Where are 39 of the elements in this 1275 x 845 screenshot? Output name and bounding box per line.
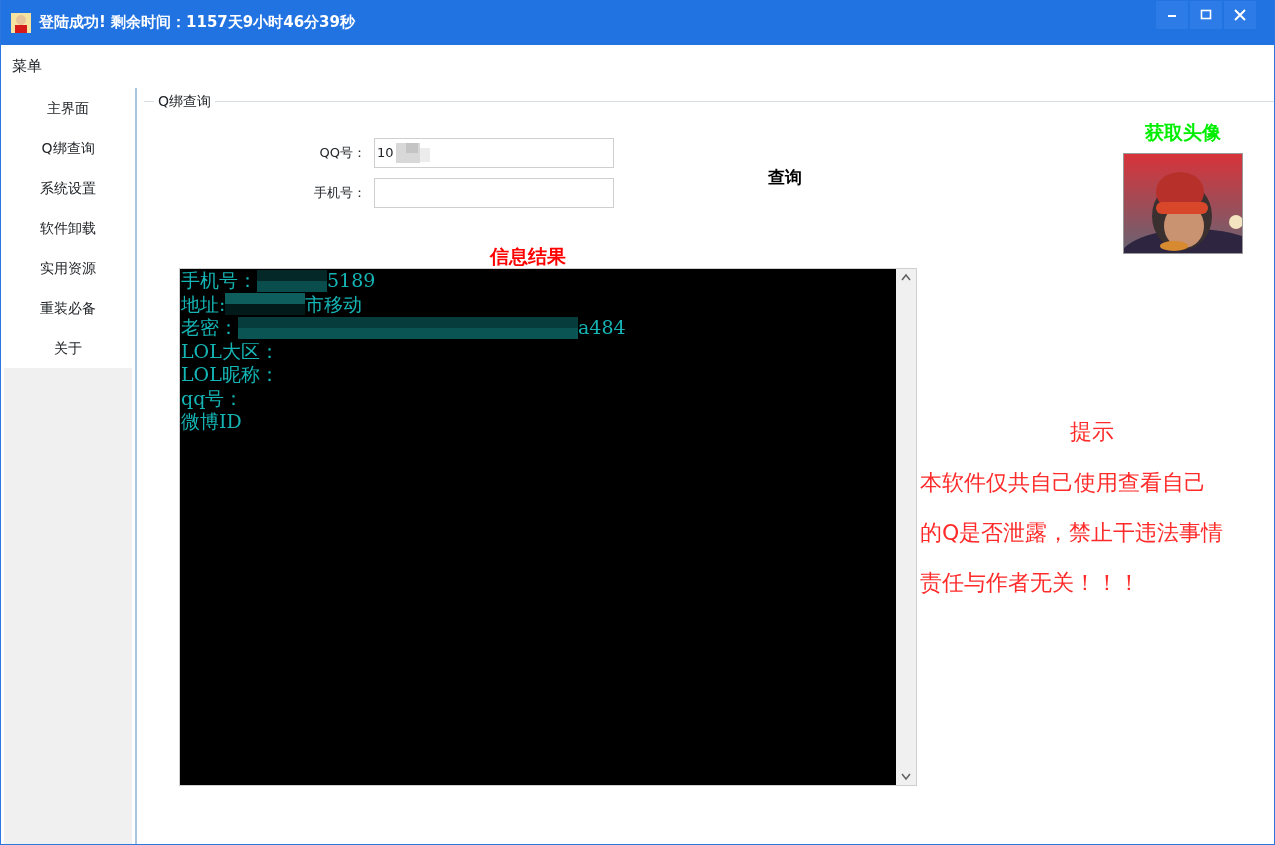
console-line: 微博ID	[181, 410, 242, 434]
field-label: QQ号：	[318, 144, 366, 163]
sidebar-item[interactable]: 系统设置	[4, 168, 132, 208]
window-title: 登陆成功! 剩余时间：1157天9小时46分39秒	[39, 12, 355, 34]
maximize-icon	[1200, 9, 1212, 20]
console-line: 5189	[327, 269, 376, 293]
console-line: LOL昵称：	[181, 363, 279, 387]
console-line: 市移动	[305, 292, 363, 316]
query-button[interactable]: 查询	[764, 164, 806, 192]
menu-item[interactable]: 菜单	[12, 55, 42, 78]
notice-text: 的Q是否泄露，禁止干违法事情	[920, 519, 1224, 547]
group-title: Q绑查询	[157, 92, 213, 111]
sidebar-item[interactable]: 实用资源	[4, 248, 132, 288]
field-label: 手机号：	[314, 184, 366, 203]
sidebar-item[interactable]: 重装必备	[4, 288, 132, 328]
scroll-up-icon[interactable]	[901, 273, 911, 281]
close-icon	[1234, 9, 1246, 21]
minimize-icon	[1167, 15, 1177, 17]
notice-title: 提示	[1068, 418, 1115, 446]
input-field[interactable]	[374, 178, 614, 208]
console-line: 老密：	[181, 316, 238, 340]
app-icon	[11, 12, 31, 33]
scroll-down-icon[interactable]	[901, 773, 911, 781]
console-line: qq号：	[181, 386, 244, 410]
scrollbar[interactable]	[896, 269, 916, 785]
console-line: 地址:	[181, 292, 226, 316]
console-line: 手机号：	[181, 269, 257, 293]
sidebar-item[interactable]: 软件卸载	[4, 208, 132, 248]
results-title: 信息结果	[488, 244, 567, 268]
console-line: LOL大区：	[181, 339, 279, 363]
sidebar-item[interactable]: Q绑查询	[4, 128, 132, 168]
console-line: a484	[578, 316, 626, 340]
input-field[interactable]: 10	[374, 138, 614, 168]
close-button[interactable]	[1224, 1, 1256, 29]
sidebar-item[interactable]: 主界面	[4, 88, 132, 128]
notice-text: 本软件仅共自己使用查看自己	[920, 469, 1207, 497]
notice-text: 责任与作者无关！！！	[920, 569, 1141, 597]
sidebar-item[interactable]: 关于	[4, 328, 132, 368]
maximize-button[interactable]	[1190, 1, 1222, 29]
